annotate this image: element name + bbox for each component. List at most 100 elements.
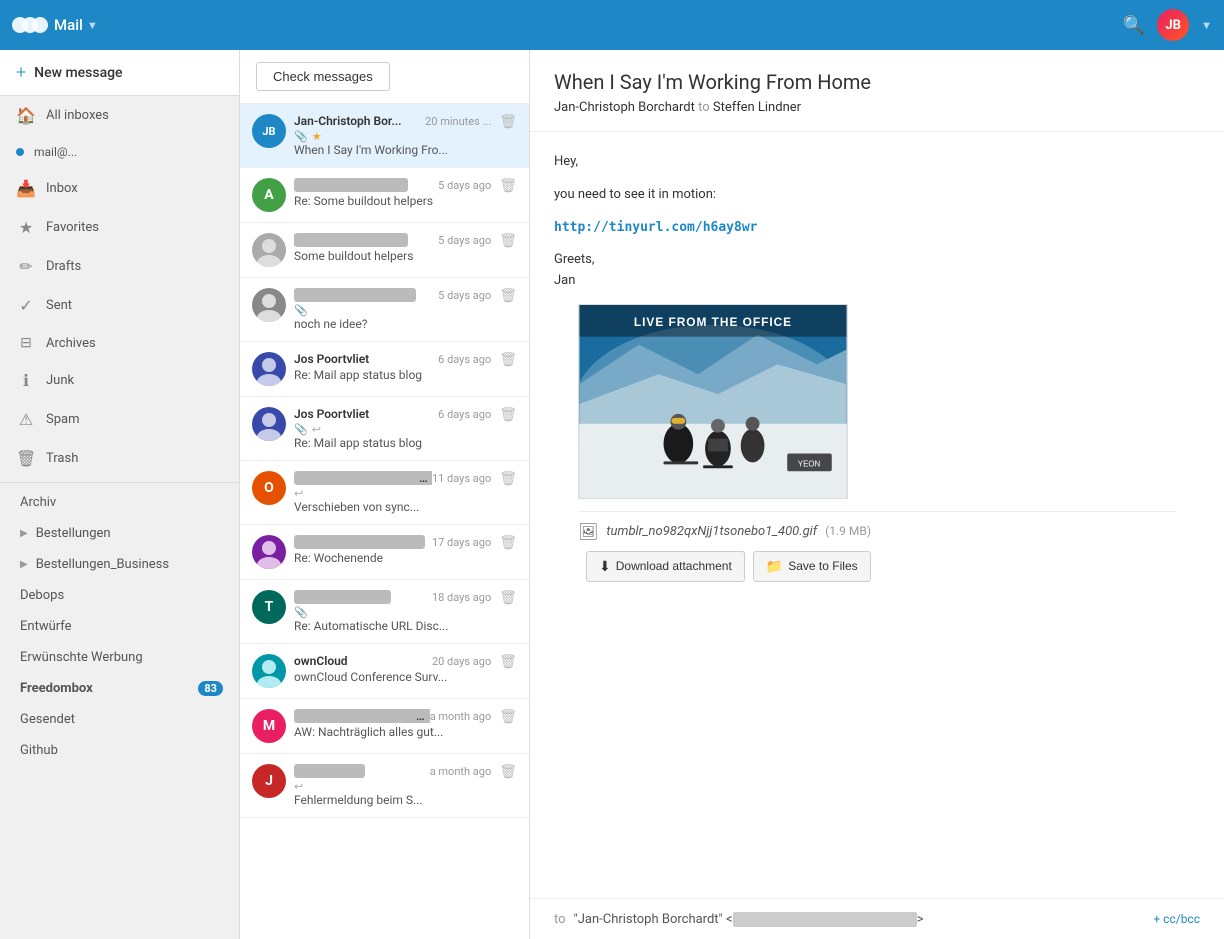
sidebar-folder-github[interactable]: Github (0, 735, 239, 766)
sidebar-folder-bestellungen[interactable]: ▶ Bestellungen (0, 518, 239, 549)
delete-message-icon[interactable]: 🗑 (499, 654, 517, 670)
sidebar-item-favorites[interactable]: ★ Favorites (0, 208, 239, 247)
check-messages-button[interactable]: Check messages (256, 62, 390, 91)
delete-message-icon[interactable]: 🗑 (499, 288, 517, 304)
sidebar-item-trash[interactable]: 🗑 Trash (0, 439, 239, 478)
attachment-size: (1.9 MB) (825, 524, 871, 538)
message-list: Check messages JB Jan-Christoph Bor... 2… (240, 50, 530, 939)
reply-icon: ↩ (294, 780, 303, 793)
download-label: Download attachment (616, 559, 732, 573)
email-from: Jan-Christoph Borchardt (554, 100, 695, 115)
sidebar-archives-label: Archives (46, 336, 96, 351)
sidebar-spam-label: Spam (46, 412, 80, 427)
sidebar-folder-bestellungen-business[interactable]: ▶ Bestellungen_Business (0, 549, 239, 580)
message-sender: ████████ █████ (294, 233, 408, 247)
message-icons: ↩ (294, 780, 491, 793)
avatar: O (252, 471, 286, 505)
delete-message-icon[interactable]: 🗑 (499, 535, 517, 551)
delete-message-icon[interactable]: 🗑 (499, 407, 517, 423)
delete-message-icon[interactable]: 🗑 (499, 114, 517, 130)
email-header: When I Say I'm Working From Home Jan-Chr… (530, 50, 1224, 132)
list-item[interactable]: M █████████████ ████ a month ago AW: Nac… (240, 699, 529, 754)
cc-bcc-toggle[interactable]: + cc/bcc (1153, 912, 1200, 926)
sidebar-folder-entwurfe[interactable]: Entwürfe (0, 611, 239, 642)
check-messages-bar: Check messages (240, 50, 529, 104)
delete-message-icon[interactable]: 🗑 (499, 764, 517, 780)
message-header: ██████████ █████ 17 days ago (294, 535, 491, 549)
list-item[interactable]: ████████ ██████ 5 days ago 📎 noch ne ide… (240, 278, 529, 342)
sidebar-item-archives[interactable]: ⊟ Archives (0, 325, 239, 361)
sidebar-sent-label: Sent (46, 298, 72, 313)
sidebar-item-all-inboxes[interactable]: 🏠 All inboxes (0, 96, 239, 135)
list-item[interactable]: ████████ █████ 5 days ago Some buildout … (240, 223, 529, 278)
message-content: ownCloud 20 days ago ownCloud Conference… (294, 654, 491, 684)
delete-message-icon[interactable]: 🗑 (499, 709, 517, 725)
download-attachment-button[interactable]: ⬇ Download attachment (586, 551, 745, 582)
list-item[interactable]: O █ █████████████ ████ 11 days ago ↩ Ver… (240, 461, 529, 525)
delete-message-icon[interactable]: 🗑 (499, 352, 517, 368)
message-sender: Jos Poortvliet (294, 352, 369, 366)
avatar[interactable]: JB (1157, 9, 1189, 41)
junk-icon: ℹ (16, 371, 36, 390)
sidebar-favorites-label: Favorites (46, 220, 99, 235)
sent-icon: ✓ (16, 296, 36, 315)
sidebar-item-inbox[interactable]: 📥 Inbox (0, 169, 239, 208)
app-logo[interactable]: Mail ▼ (12, 14, 98, 36)
sidebar-folder-archiv[interactable]: Archiv (0, 487, 239, 518)
sidebar-folder-gesendet[interactable]: Gesendet (0, 704, 239, 735)
message-sender: ████████ ██████ (294, 288, 416, 302)
sidebar-divider (0, 482, 239, 483)
message-content: ███ █████ a month ago ↩ Fehlermeldung be… (294, 764, 491, 807)
download-icon: ⬇ (599, 558, 611, 575)
sidebar-folder-debops[interactable]: Debops (0, 580, 239, 611)
save-to-files-button[interactable]: 📁 Save to Files (753, 551, 871, 582)
delete-message-icon[interactable]: 🗑 (499, 233, 517, 249)
list-item[interactable]: JB Jan-Christoph Bor... 20 minutes ... 📎… (240, 104, 529, 168)
sidebar-inbox-label: Inbox (46, 181, 78, 196)
message-sender: Jos Poortvliet (294, 407, 369, 421)
email-image: LIVE FROM THE OFFICE YEON (578, 304, 848, 499)
sidebar-all-inboxes-label: All inboxes (46, 108, 109, 123)
avatar: A (252, 178, 286, 212)
delete-message-icon[interactable]: 🗑 (499, 471, 517, 487)
drafts-icon: ✏ (16, 257, 36, 276)
message-header: Jos Poortvliet 6 days ago (294, 352, 491, 366)
list-item[interactable]: ownCloud 20 days ago ownCloud Conference… (240, 644, 529, 699)
email-content-panel: When I Say I'm Working From Home Jan-Chr… (530, 50, 1224, 939)
freedombox-folder-label: Freedombox (20, 681, 93, 696)
avatar (252, 407, 286, 441)
avatar-dropdown-icon[interactable]: ▼ (1201, 19, 1212, 32)
search-icon[interactable]: 🔍 (1123, 15, 1145, 36)
message-time: 6 days ago (438, 408, 491, 421)
email-body-scroll: Hey, you need to see it in motion: http:… (530, 132, 1224, 898)
folder-icon: 📁 (766, 558, 783, 575)
sidebar-folder-freedombox[interactable]: Freedombox 83 (0, 673, 239, 704)
sidebar-item-sent[interactable]: ✓ Sent (0, 286, 239, 325)
message-time: 5 days ago (438, 234, 491, 247)
sidebar-item-junk[interactable]: ℹ Junk (0, 361, 239, 400)
message-icons: 📎 ↩ (294, 423, 491, 436)
list-item[interactable]: ██████████ █████ 17 days ago Re: Wochene… (240, 525, 529, 580)
message-list-scroll: JB Jan-Christoph Bor... 20 minutes ... 📎… (240, 104, 529, 939)
message-header: Jos Poortvliet 6 days ago (294, 407, 491, 421)
delete-message-icon[interactable]: 🗑 (499, 590, 517, 606)
attachment-icon: 📎 (294, 423, 308, 436)
list-item[interactable]: Jos Poortvliet 6 days ago Re: Mail app s… (240, 342, 529, 397)
list-item[interactable]: A ██████████ ███ 5 days ago Re: Some bui… (240, 168, 529, 223)
sidebar-item-mail-account[interactable]: mail@... (0, 135, 239, 169)
sidebar-folder-erwunschte[interactable]: Erwünschte Werbung (0, 642, 239, 673)
list-item[interactable]: Jos Poortvliet 6 days ago 📎 ↩ Re: Mail a… (240, 397, 529, 461)
attachment-actions: ⬇ Download attachment 📁 Save to Files (586, 551, 1176, 582)
message-content: Jan-Christoph Bor... 20 minutes ... 📎 ★ … (294, 114, 491, 157)
topbar: Mail ▼ 🔍 JB ▼ (0, 0, 1224, 50)
delete-message-icon[interactable]: 🗑 (499, 178, 517, 194)
message-header: ██████ █████ 18 days ago (294, 590, 491, 604)
message-sender: ██████ █████ (294, 590, 391, 604)
new-message-button[interactable]: + New message (0, 50, 239, 96)
sidebar-item-spam[interactable]: ⚠ Spam (0, 400, 239, 439)
list-item[interactable]: J ███ █████ a month ago ↩ Fehlermeldung … (240, 754, 529, 818)
sidebar-item-drafts[interactable]: ✏ Drafts (0, 247, 239, 286)
avatar: M (252, 709, 286, 743)
list-item[interactable]: T ██████ █████ 18 days ago 📎 Re: Automat… (240, 580, 529, 644)
email-link[interactable]: http://tinyurl.com/h6ay8wr (554, 220, 758, 235)
